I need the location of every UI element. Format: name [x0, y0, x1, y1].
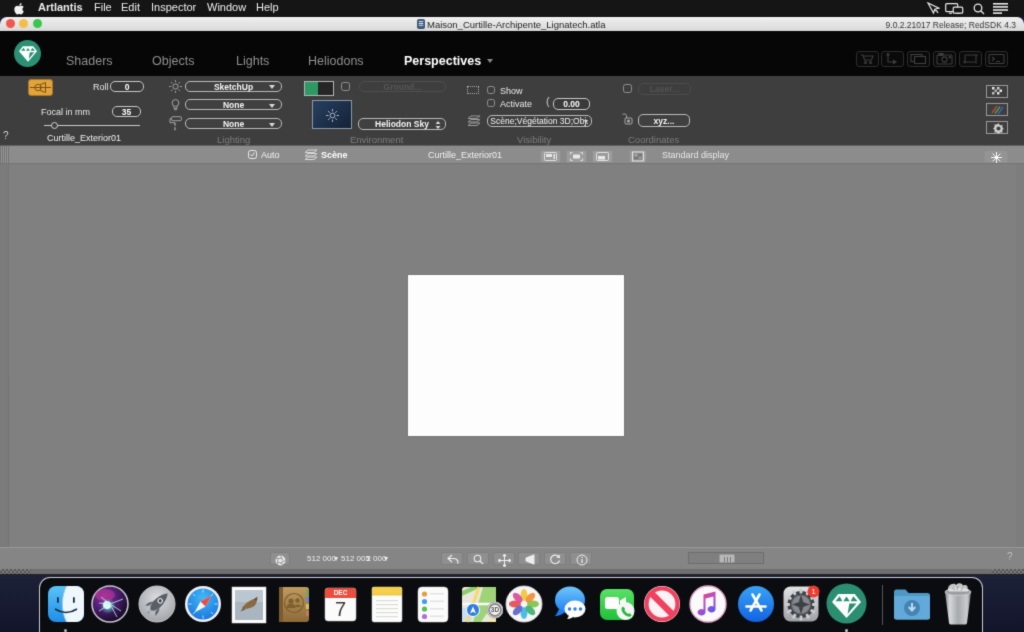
svg-text:DEC: DEC	[334, 591, 348, 598]
svg-text:3D: 3D	[490, 608, 499, 615]
svg-text:7: 7	[335, 599, 346, 621]
svg-text:1: 1	[811, 587, 815, 596]
